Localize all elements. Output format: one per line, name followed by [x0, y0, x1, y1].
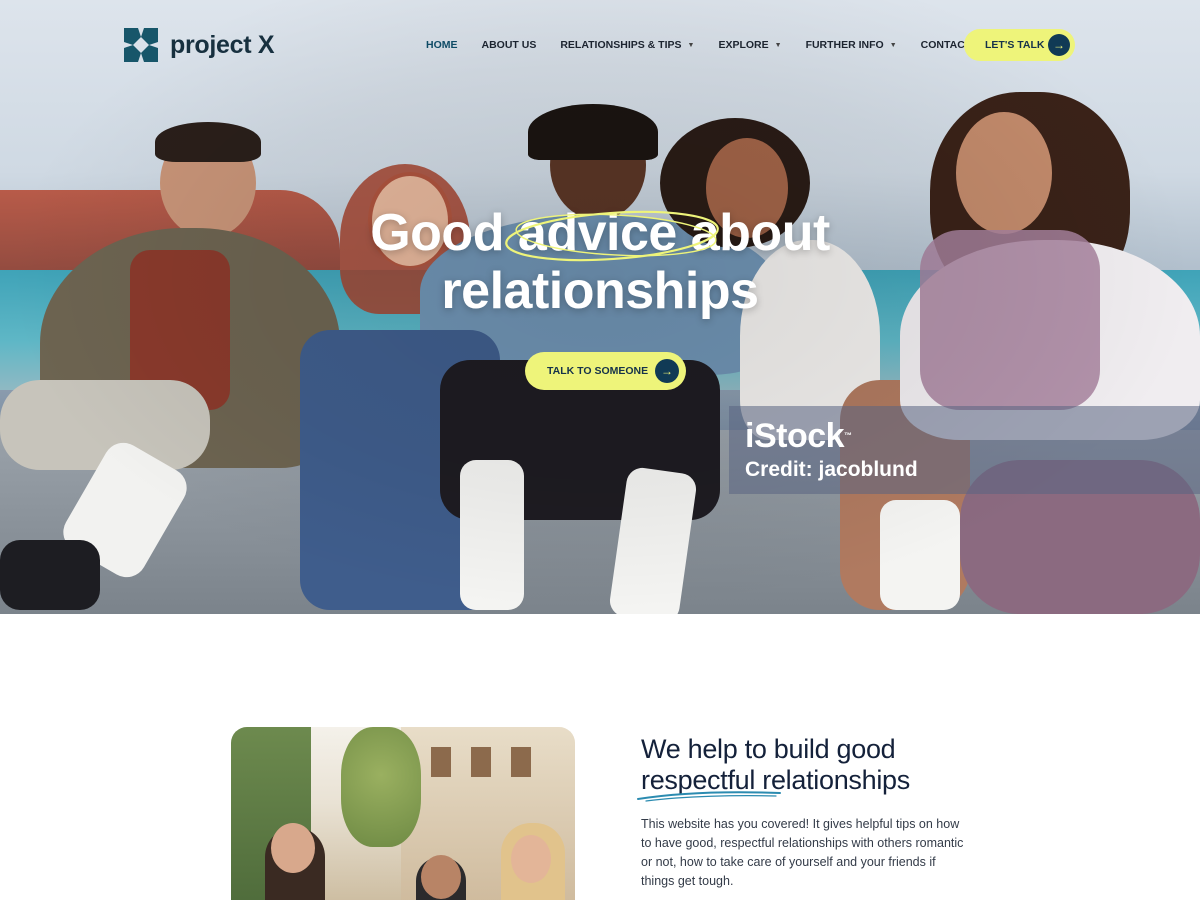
nav-item-label: ABOUT US: [481, 39, 537, 51]
hero-title-line1: Good advice about: [370, 204, 830, 262]
hero-title: Good advice about relationships: [300, 204, 900, 320]
heading-underline-decoration: [637, 791, 781, 802]
nav-item-home[interactable]: HOME: [426, 39, 458, 51]
section-photo: [231, 727, 575, 900]
section-heading-line1: We help to build good: [641, 734, 896, 764]
talk-to-someone-button[interactable]: TALK TO SOMEONE →: [525, 352, 686, 390]
watermark-brand: iStock™: [745, 418, 1200, 454]
nav-item-label: RELATIONSHIPS & TIPS: [560, 39, 682, 51]
watermark-credit: Credit: jacoblund: [745, 458, 918, 481]
brand-logo[interactable]: project X: [124, 28, 275, 62]
section-body-text: This website has you covered! It gives h…: [641, 817, 964, 888]
nav-item-about-us[interactable]: ABOUT US: [482, 39, 537, 51]
nav-item-explore[interactable]: EXPLORE ▼: [718, 39, 781, 51]
nav-item-label: EXPLORE: [718, 39, 769, 51]
arrow-right-icon: →: [655, 359, 679, 383]
nav-item-further-info[interactable]: FURTHER INFO ▼: [806, 39, 897, 51]
nav-item-label: FURTHER INFO: [805, 39, 884, 51]
main-nav: HOME ABOUT US RELATIONSHIPS & TIPS ▼ EXP…: [426, 39, 971, 51]
talk-to-someone-label: TALK TO SOMEONE: [547, 365, 649, 377]
lets-talk-button[interactable]: LET'S TALK →: [964, 29, 1075, 61]
watermark-brand-text: iStock: [745, 417, 845, 455]
chevron-down-icon: ▼: [687, 41, 695, 49]
nav-item-label: HOME: [426, 39, 458, 51]
logo-mark-icon: [124, 28, 158, 62]
hero-title-line2: relationships: [441, 262, 759, 320]
istock-watermark: iStock™ Credit: jacoblund: [729, 406, 1200, 494]
brand-name: project X: [170, 30, 275, 59]
watermark-trademark: ™: [844, 431, 852, 440]
chevron-down-icon: ▼: [889, 41, 897, 49]
nav-item-relationships-tips[interactable]: RELATIONSHIPS & TIPS ▼: [560, 39, 694, 51]
chevron-down-icon: ▼: [774, 41, 782, 49]
arrow-right-icon: →: [1048, 34, 1070, 56]
lets-talk-label: LET'S TALK: [985, 39, 1045, 51]
